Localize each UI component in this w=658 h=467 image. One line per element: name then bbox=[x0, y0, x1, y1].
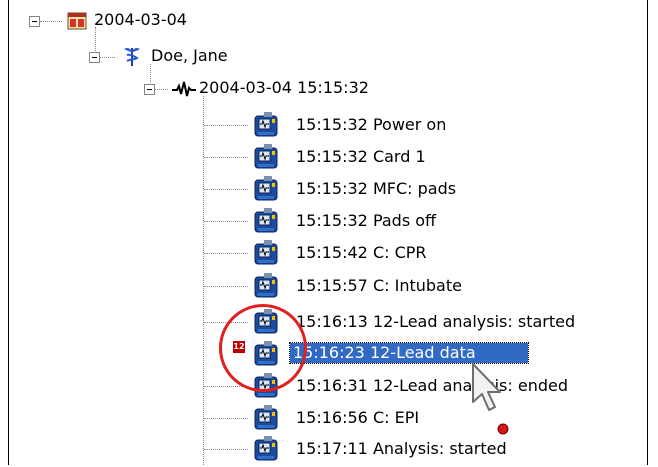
tree-connector bbox=[40, 21, 62, 22]
tree-connector bbox=[204, 221, 248, 222]
tree-connector bbox=[204, 125, 248, 126]
tree-connector bbox=[203, 96, 204, 465]
event-label-selected[interactable]: 15:16:23 12-Lead data bbox=[289, 342, 529, 364]
defibrillator-device-icon bbox=[252, 175, 282, 207]
tree-connector bbox=[204, 286, 248, 287]
highlight-circle bbox=[219, 304, 307, 392]
tree-connector bbox=[204, 189, 248, 190]
defibrillator-device-icon bbox=[252, 272, 282, 304]
event-label[interactable]: 15:15:32 Card 1 bbox=[296, 147, 426, 167]
event-label[interactable]: 15:15:42 C: CPR bbox=[296, 243, 427, 263]
event-label[interactable]: 15:15:32 MFC: pads bbox=[296, 179, 456, 199]
tree-node-session-label[interactable]: 2004-03-04 15:15:32 bbox=[199, 78, 369, 98]
tree-node-root-label[interactable]: 2004-03-04 bbox=[94, 10, 187, 30]
event-label[interactable]: 15:15:32 Power on bbox=[296, 115, 446, 135]
collapse-toggle-patient[interactable] bbox=[89, 52, 100, 63]
event-label[interactable]: 15:15:32 Pads off bbox=[296, 211, 436, 231]
tree-connector bbox=[204, 449, 248, 450]
event-label[interactable]: 15:16:13 12-Lead analysis: started bbox=[296, 312, 575, 332]
collapse-toggle-session[interactable] bbox=[144, 84, 155, 95]
tree-node-patient-label[interactable]: Doe, Jane bbox=[151, 46, 228, 66]
tree-connector bbox=[204, 418, 248, 419]
mouse-cursor-icon bbox=[470, 362, 510, 420]
ecg-waveform-icon bbox=[171, 80, 197, 102]
defibrillator-device-icon bbox=[252, 435, 282, 467]
defibrillator-device-icon bbox=[252, 207, 282, 239]
event-label[interactable]: 15:17:11 Analysis: started bbox=[296, 439, 507, 459]
calendar-icon bbox=[67, 11, 87, 35]
tree-connector bbox=[204, 157, 248, 158]
caduceus-icon bbox=[124, 45, 140, 71]
event-label[interactable]: 15:15:57 C: Intubate bbox=[296, 276, 462, 296]
defibrillator-device-icon bbox=[252, 404, 282, 436]
collapse-toggle-root[interactable] bbox=[29, 16, 40, 27]
defibrillator-device-icon bbox=[252, 111, 282, 143]
red-dot-icon bbox=[497, 420, 509, 439]
event-label[interactable]: 15:16:56 C: EPI bbox=[296, 408, 419, 428]
defibrillator-device-icon bbox=[252, 239, 282, 271]
tree-connector bbox=[204, 253, 248, 254]
defibrillator-device-icon bbox=[252, 143, 282, 175]
event-label[interactable]: 15:16:31 12-Lead analysis: ended bbox=[296, 376, 568, 396]
